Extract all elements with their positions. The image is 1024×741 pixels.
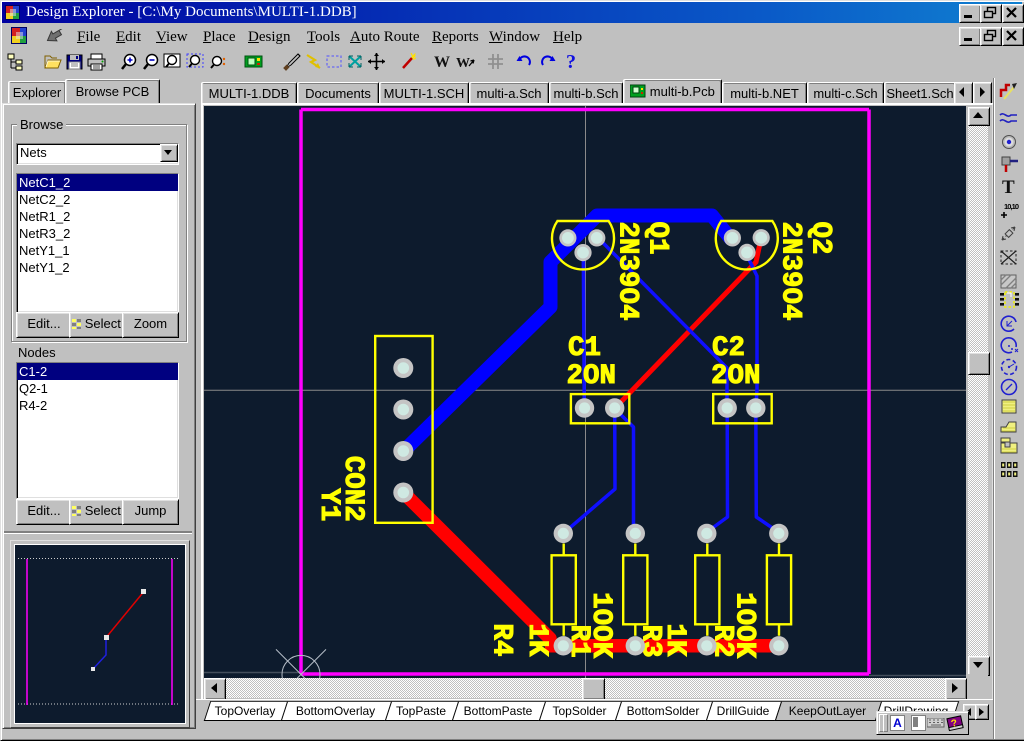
svg-text:1OOK: 1OOK [729, 592, 760, 659]
svg-text:C2: C2 [712, 333, 745, 364]
svg-text:R4: R4 [486, 623, 517, 656]
svg-text:2N39O4: 2N39O4 [612, 222, 643, 321]
svg-text:C1: C1 [568, 333, 601, 364]
svg-text:CON2: CON2 [337, 456, 368, 522]
svg-text:2N39O4: 2N39O4 [775, 222, 806, 321]
svg-text:?: ? [566, 51, 576, 73]
svg-text:2ON: 2ON [567, 361, 617, 392]
svg-text:W: W [456, 56, 470, 71]
svg-text:T: T [1002, 177, 1015, 198]
svg-text:Q2: Q2 [805, 222, 836, 255]
svg-text:1OOK: 1OOK [585, 592, 616, 659]
svg-text:W: W [434, 54, 450, 71]
svg-text:Q1: Q1 [642, 222, 673, 255]
svg-text:1K: 1K [659, 623, 690, 657]
svg-text:1K: 1K [521, 623, 552, 657]
svg-text:10,10: 10,10 [1004, 202, 1019, 211]
svg-text:2ON: 2ON [711, 361, 761, 392]
